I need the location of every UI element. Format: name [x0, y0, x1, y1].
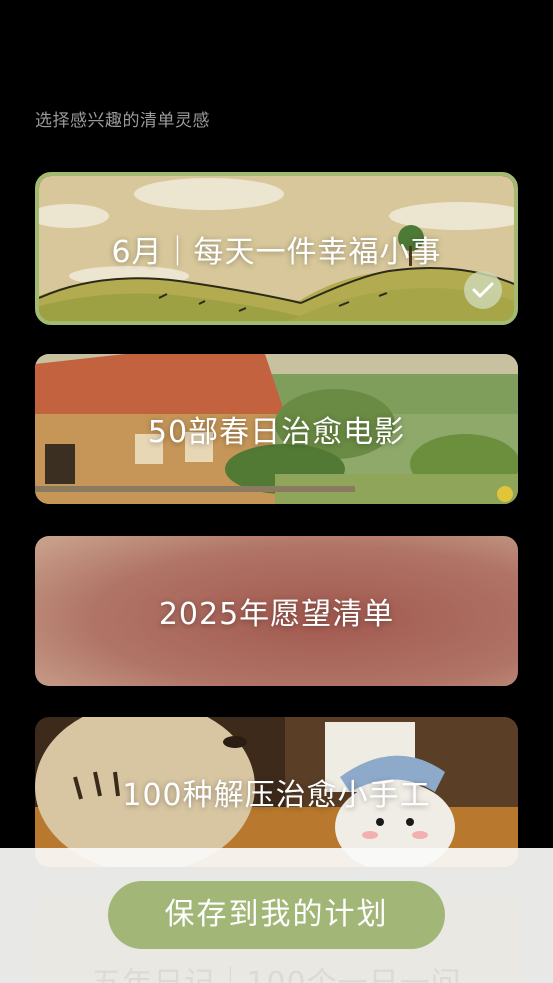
card-spring-movies[interactable]: 50部春日治愈电影	[35, 354, 518, 504]
page-subtitle: 选择感兴趣的清单灵感	[35, 111, 210, 131]
card-happy-things[interactable]: 6月｜每天一件幸福小事	[35, 172, 518, 325]
card-handcraft[interactable]: 100种解压治愈小手工	[35, 717, 518, 867]
card-title: 五年日记｜100个一日一问	[35, 958, 518, 983]
save-to-plan-button[interactable]: 保存到我的计划	[108, 881, 445, 949]
checkmark-icon	[464, 271, 502, 309]
card-title: 2025年愿望清单	[158, 597, 395, 632]
card-title: 100种解压治愈小手工	[122, 778, 431, 813]
screen: 选择感兴趣的清单灵感 6月｜每天一件幸福小事 50部春日治愈电影 2025年愿望…	[0, 0, 553, 983]
card-wish-list[interactable]: 2025年愿望清单	[35, 536, 518, 686]
card-title: 50部春日治愈电影	[147, 415, 406, 450]
card-title: 6月｜每天一件幸福小事	[111, 234, 442, 270]
